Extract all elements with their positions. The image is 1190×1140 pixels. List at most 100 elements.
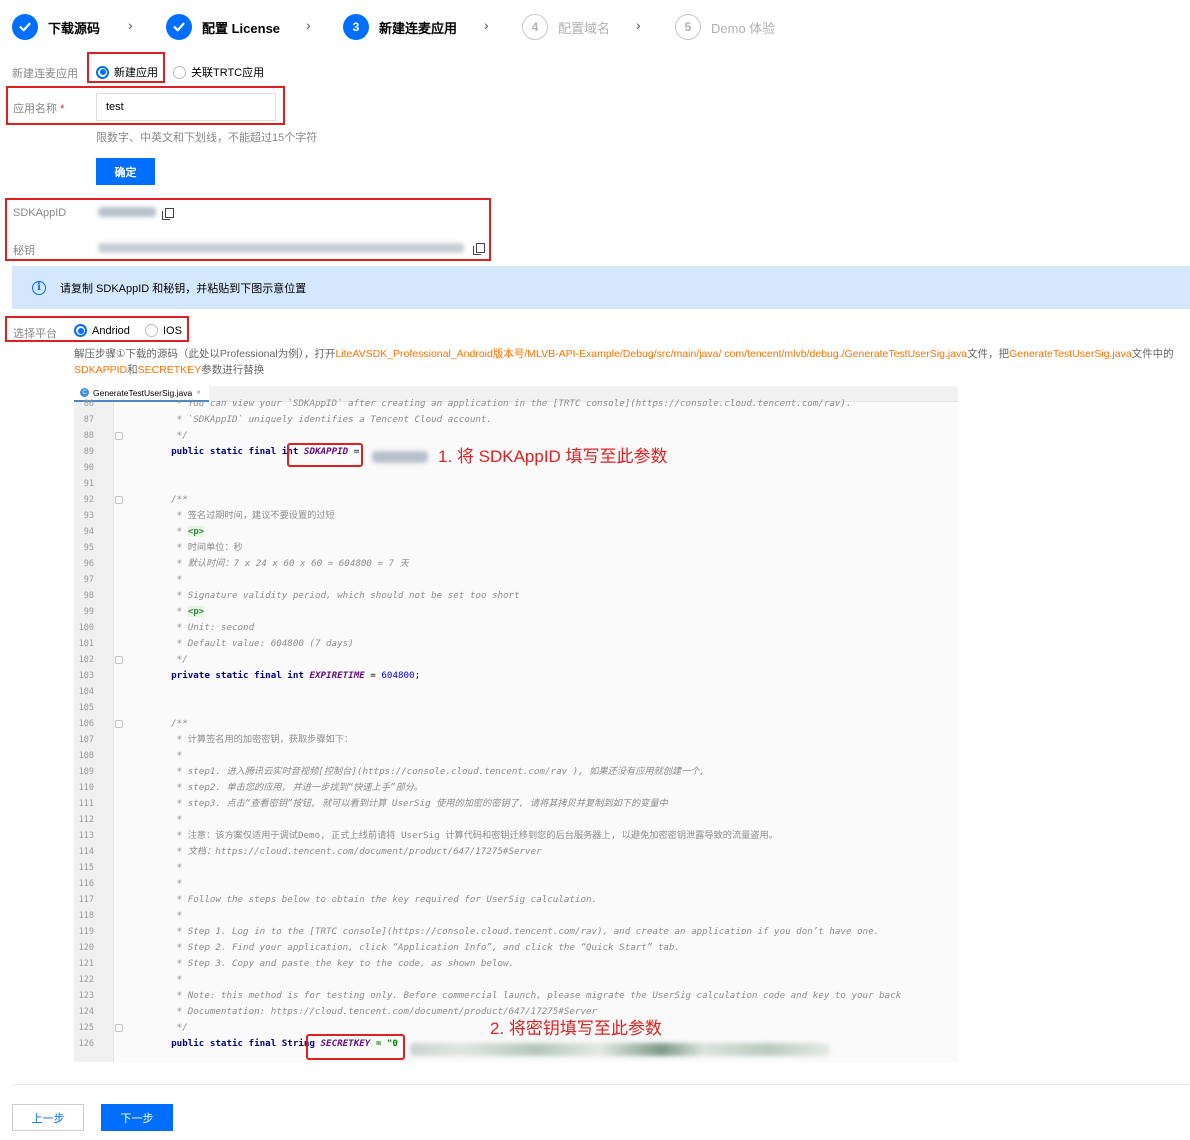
code-text: * <p> bbox=[149, 526, 205, 537]
step-label: Demo 体验 bbox=[711, 20, 776, 36]
radio-checked-icon bbox=[74, 324, 87, 337]
code-text: * 计算签名用的加密密钥，获取步骤如下： bbox=[149, 734, 354, 745]
code-line: 123 * Note: this method is for testing o… bbox=[74, 988, 958, 1004]
next-button[interactable]: 下一步 bbox=[101, 1104, 173, 1131]
code-line: 97 * bbox=[74, 572, 958, 588]
line-number: 88 bbox=[83, 431, 94, 441]
sdkappid-blur bbox=[372, 451, 428, 463]
step-label: 新建连麦应用 bbox=[379, 20, 458, 36]
code-line: 109 * step1. 进入腾讯云实时音视频[控制台](https://con… bbox=[74, 764, 958, 780]
info-bar: i 请复制 SDKAppID 和秘钥，并粘贴到下图示意位置 bbox=[12, 266, 1190, 309]
radio-link-trtc-app[interactable]: 关联TRTC应用 bbox=[173, 64, 264, 80]
required-mark: * bbox=[60, 103, 65, 115]
app-name-label: 应用名称 * bbox=[13, 100, 64, 116]
radio-android[interactable]: Andriod bbox=[74, 324, 130, 337]
line-number: 99 bbox=[83, 607, 94, 617]
code-text: * bbox=[149, 974, 183, 985]
line-number: 100 bbox=[78, 623, 94, 633]
line-number: 121 bbox=[78, 959, 94, 969]
step-demo[interactable]: 5 Demo 体验 bbox=[675, 12, 775, 42]
copy-icon[interactable] bbox=[162, 208, 174, 220]
line-number: 111 bbox=[78, 799, 94, 809]
radio-checked-icon bbox=[96, 65, 109, 79]
code-line: 92 /** bbox=[74, 492, 958, 508]
code-line: 119 * Step 1. Log in to the [TRTC consol… bbox=[74, 924, 958, 940]
code-line: 99 * <p> bbox=[74, 604, 958, 620]
line-number: 126 bbox=[78, 1039, 94, 1049]
fold-marker-icon bbox=[115, 720, 123, 728]
code-text: * bbox=[149, 878, 183, 889]
confirm-button[interactable]: 确定 bbox=[96, 158, 155, 185]
chevron-right-icon: › bbox=[484, 17, 489, 33]
code-line: 122 * bbox=[74, 972, 958, 988]
secretkey-highlight-box bbox=[306, 1034, 405, 1060]
code-line: 103 private static final int EXPIRETIME … bbox=[74, 668, 958, 684]
code-text: /** bbox=[149, 718, 188, 729]
line-number: 124 bbox=[78, 1007, 94, 1017]
code-constant: EXPIRETIME bbox=[309, 670, 365, 681]
line-number: 107 bbox=[78, 735, 94, 745]
code-text: * `SDKAppID` uniquely identifies a Tence… bbox=[149, 414, 492, 425]
chevron-right-icon: › bbox=[636, 17, 641, 33]
code-text: */ bbox=[149, 430, 188, 441]
code-html-tag: <p> bbox=[187, 606, 205, 617]
code-text: * step2. 单击您的应用, 并进一步找到“快速上手”部分。 bbox=[149, 782, 424, 793]
code-html-tag: <p> bbox=[187, 526, 205, 537]
copy-icon[interactable] bbox=[473, 243, 485, 255]
code-text: * 默认时间：7 x 24 x 60 x 60 = 604800 = 7 天 bbox=[149, 558, 409, 569]
code-text: * Step 1. Log in to the [TRTC console](h… bbox=[149, 926, 880, 937]
code-text: * Note: this method is for testing only.… bbox=[149, 990, 902, 1001]
code-text: * bbox=[149, 574, 183, 585]
radio-new-app[interactable]: 新建应用 bbox=[96, 64, 158, 80]
radio-unchecked-icon bbox=[145, 324, 158, 337]
code-text: * 签名过期时间，建议不要设置的过短 bbox=[149, 510, 335, 521]
code-text: = bbox=[364, 670, 382, 681]
code-keyword: private static final int bbox=[171, 670, 310, 681]
code-line: 117 * Follow the steps below to obtain t… bbox=[74, 892, 958, 908]
stepper: 下载源码 › 配置 License › 3 新建连麦应用 › 4 配置域名 › … bbox=[12, 12, 792, 42]
code-line: 98 * Signature validity period, which sh… bbox=[74, 588, 958, 604]
code-line: 105 bbox=[74, 700, 958, 716]
desc-text: 解压步骤①下载的源码（此处以Professional为例），打开 bbox=[74, 348, 336, 360]
line-number: 92 bbox=[83, 495, 94, 505]
step-configure-license[interactable]: 配置 License bbox=[166, 12, 280, 42]
code-line: 118 * bbox=[74, 908, 958, 924]
line-number: 90 bbox=[83, 463, 94, 473]
line-number: 119 bbox=[78, 927, 94, 937]
step-download-source[interactable]: 下载源码 bbox=[12, 12, 100, 42]
radio-label: 关联TRTC应用 bbox=[191, 67, 265, 79]
sdkappid-value bbox=[98, 207, 156, 217]
code-text: * bbox=[149, 814, 183, 825]
radio-label: Andriod bbox=[92, 324, 130, 337]
line-number: 117 bbox=[78, 895, 94, 905]
info-icon: i bbox=[32, 280, 46, 295]
secretkey-blur bbox=[410, 1043, 830, 1056]
step-create-app[interactable]: 3 新建连麦应用 bbox=[343, 12, 457, 42]
line-number: 103 bbox=[78, 671, 94, 681]
code-text: * Step 2. Find your application, click “… bbox=[149, 942, 681, 953]
code-text: * Unit: second bbox=[149, 622, 255, 633]
desc-text: 文件，把 bbox=[967, 348, 1010, 360]
step-number: 4 bbox=[522, 14, 548, 40]
code-number: 604800 bbox=[381, 670, 415, 681]
line-number: 101 bbox=[78, 639, 94, 649]
chevron-right-icon: › bbox=[306, 17, 311, 33]
prev-button[interactable]: 上一步 bbox=[12, 1104, 84, 1131]
desc-file: GenerateTestUserSig.java bbox=[1009, 348, 1132, 360]
code-line: 95 * 时间单位：秒 bbox=[74, 540, 958, 556]
code-text: * step1. 进入腾讯云实时音视频[控制台](https://console… bbox=[149, 766, 706, 777]
line-number: 122 bbox=[78, 975, 94, 985]
code-text: */ bbox=[149, 1022, 188, 1033]
step-configure-domain[interactable]: 4 配置域名 bbox=[522, 12, 610, 42]
code-text: * step3. 点击“查看密钥”按钮, 就可以看到计算 UserSig 使用的… bbox=[149, 798, 668, 809]
annotation-secretkey: 2. 将密钥填写至此参数 bbox=[490, 1019, 662, 1038]
line-number: 95 bbox=[83, 543, 94, 553]
fold-marker-icon bbox=[115, 656, 123, 664]
desc-text: 文件中的 bbox=[1131, 348, 1174, 360]
code-line: 104 bbox=[74, 684, 958, 700]
code-text: * Default value: 604800 (7 days) bbox=[149, 638, 354, 649]
line-number: 104 bbox=[78, 687, 94, 697]
app-name-input[interactable]: test bbox=[96, 93, 276, 121]
radio-ios[interactable]: IOS bbox=[145, 324, 182, 337]
check-icon bbox=[166, 14, 192, 40]
